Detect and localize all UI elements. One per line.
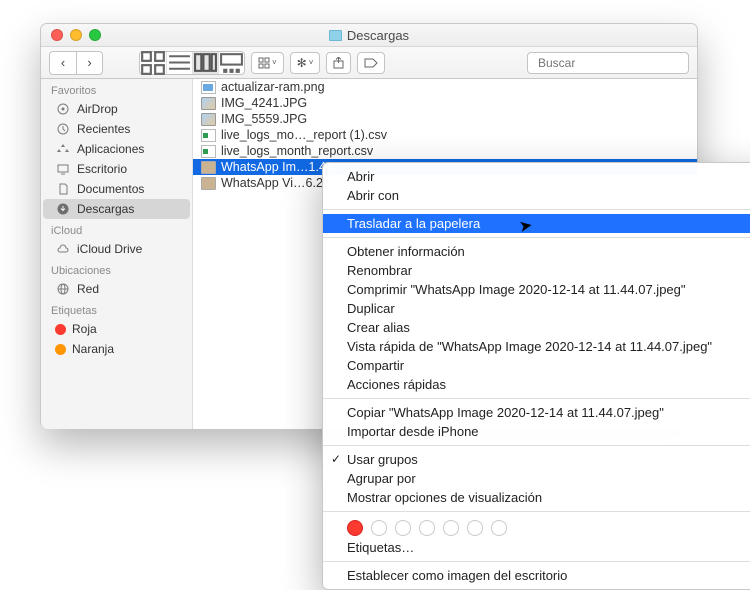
tag-dot-icon [55, 344, 66, 355]
sidebar-heading-tags: Etiquetas [41, 299, 192, 319]
file-icon [201, 97, 216, 110]
sidebar-tag-red[interactable]: Roja [41, 319, 192, 339]
view-switcher [139, 51, 245, 75]
cloud-icon [55, 242, 71, 256]
tag-color-circle[interactable] [395, 520, 411, 536]
menu-item[interactable]: Acciones rápidas [323, 375, 750, 394]
clock-icon [55, 122, 71, 136]
apps-icon [55, 142, 71, 156]
menu-item[interactable]: Crear alias [323, 318, 750, 337]
sidebar-item-recents[interactable]: Recientes [41, 119, 192, 139]
file-icon [201, 177, 216, 190]
action-button[interactable]: ✻˅ [290, 52, 321, 74]
tag-color-circle[interactable] [347, 520, 363, 536]
menu-item[interactable]: Comprimir "WhatsApp Image 2020-12-14 at … [323, 280, 750, 299]
folder-icon [329, 30, 342, 41]
tag-color-circle[interactable] [467, 520, 483, 536]
nav-buttons: ‹ › [49, 51, 103, 75]
sidebar-item-desktop[interactable]: Escritorio [41, 159, 192, 179]
menu-item[interactable]: Renombrar [323, 261, 750, 280]
sidebar-item-icloud[interactable]: iCloud Drive [41, 239, 192, 259]
network-icon [55, 282, 71, 296]
file-icon [201, 161, 216, 174]
menu-separator [323, 445, 750, 446]
titlebar[interactable]: Descargas [41, 24, 697, 47]
documents-icon [55, 182, 71, 196]
file-icon [201, 113, 216, 126]
window-title-text: Descargas [347, 28, 409, 43]
tag-icon [364, 58, 378, 68]
menu-item[interactable]: Mostrar opciones de visualización [323, 488, 750, 507]
window-title: Descargas [41, 28, 697, 43]
group-button[interactable]: ˅ [251, 52, 284, 74]
menu-item[interactable]: Obtener información [323, 242, 750, 261]
sidebar-item-documents[interactable]: Documentos [41, 179, 192, 199]
context-menu: AbrirAbrir con Trasladar a la papelera Obt… [322, 162, 750, 590]
menu-item[interactable]: Agrupar por [323, 469, 750, 488]
file-name: WhatsApp Vi…6.26 [221, 176, 330, 190]
menu-item[interactable]: Compartir [323, 356, 750, 375]
file-row[interactable]: IMG_4241.JPG [193, 95, 697, 111]
sidebar: Favoritos AirDrop Recientes Aplicaciones… [41, 79, 193, 429]
sidebar-heading-icloud: iCloud [41, 219, 192, 239]
menu-item[interactable]: Importar desde iPhone [323, 422, 750, 441]
tag-color-circle[interactable] [371, 520, 387, 536]
menu-separator [323, 561, 750, 562]
forward-button[interactable]: › [76, 52, 102, 74]
file-name: actualizar-ram.png [221, 80, 325, 94]
menu-separator [323, 511, 750, 512]
menu-item[interactable]: Copiar "WhatsApp Image 2020-12-14 at 11.… [323, 403, 750, 422]
file-row[interactable]: IMG_5559.JPG [193, 111, 697, 127]
gallery-view-button[interactable] [218, 52, 244, 74]
tag-color-circle[interactable] [443, 520, 459, 536]
file-name: WhatsApp Im…1.44 [221, 160, 333, 174]
tags-button[interactable] [357, 52, 385, 74]
menu-item[interactable]: Abrir con [323, 186, 750, 205]
tag-color-circle[interactable] [419, 520, 435, 536]
column-view-button[interactable] [192, 52, 218, 74]
list-view-button[interactable] [166, 52, 192, 74]
file-row[interactable]: live_logs_month_report.csv [193, 143, 697, 159]
tag-dot-icon [55, 324, 66, 335]
menu-item[interactable]: Vista rápida de "WhatsApp Image 2020-12-… [323, 337, 750, 356]
menu-tag-row [323, 516, 750, 538]
menu-separator [323, 237, 750, 238]
file-icon [201, 81, 216, 94]
menu-item[interactable]: Etiquetas… [323, 538, 750, 557]
search-input[interactable] [538, 56, 693, 70]
gear-icon: ✻ [297, 56, 307, 70]
share-button[interactable] [326, 52, 351, 74]
menu-item[interactable]: Trasladar a la papelera [323, 214, 750, 233]
sidebar-heading-locations: Ubicaciones [41, 259, 192, 279]
file-name: IMG_5559.JPG [221, 112, 307, 126]
file-icon [201, 129, 216, 142]
airdrop-icon [55, 102, 71, 116]
file-name: live_logs_month_report.csv [221, 144, 373, 158]
file-row[interactable]: live_logs_mo…_report (1).csv [193, 127, 697, 143]
menu-item[interactable]: Usar grupos [323, 450, 750, 469]
sidebar-tag-orange[interactable]: Naranja [41, 339, 192, 359]
search-field[interactable] [527, 52, 689, 74]
menu-separator [323, 209, 750, 210]
sidebar-item-airdrop[interactable]: AirDrop [41, 99, 192, 119]
menu-item[interactable]: Abrir [323, 167, 750, 186]
icon-view-button[interactable] [140, 52, 166, 74]
share-icon [333, 57, 344, 69]
file-row[interactable]: actualizar-ram.png [193, 79, 697, 95]
file-name: live_logs_mo…_report (1).csv [221, 128, 387, 142]
back-button[interactable]: ‹ [50, 52, 76, 74]
tag-color-circle[interactable] [491, 520, 507, 536]
sidebar-item-network[interactable]: Red [41, 279, 192, 299]
sidebar-item-downloads[interactable]: Descargas [43, 199, 190, 219]
file-icon [201, 145, 216, 158]
sidebar-item-applications[interactable]: Aplicaciones [41, 139, 192, 159]
downloads-icon [55, 202, 71, 216]
menu-item[interactable]: Duplicar [323, 299, 750, 318]
menu-separator [323, 398, 750, 399]
file-name: IMG_4241.JPG [221, 96, 307, 110]
sidebar-heading-favorites: Favoritos [41, 79, 192, 99]
toolbar: ‹ › ˅ ✻˅ [41, 47, 697, 79]
desktop-icon [55, 162, 71, 176]
